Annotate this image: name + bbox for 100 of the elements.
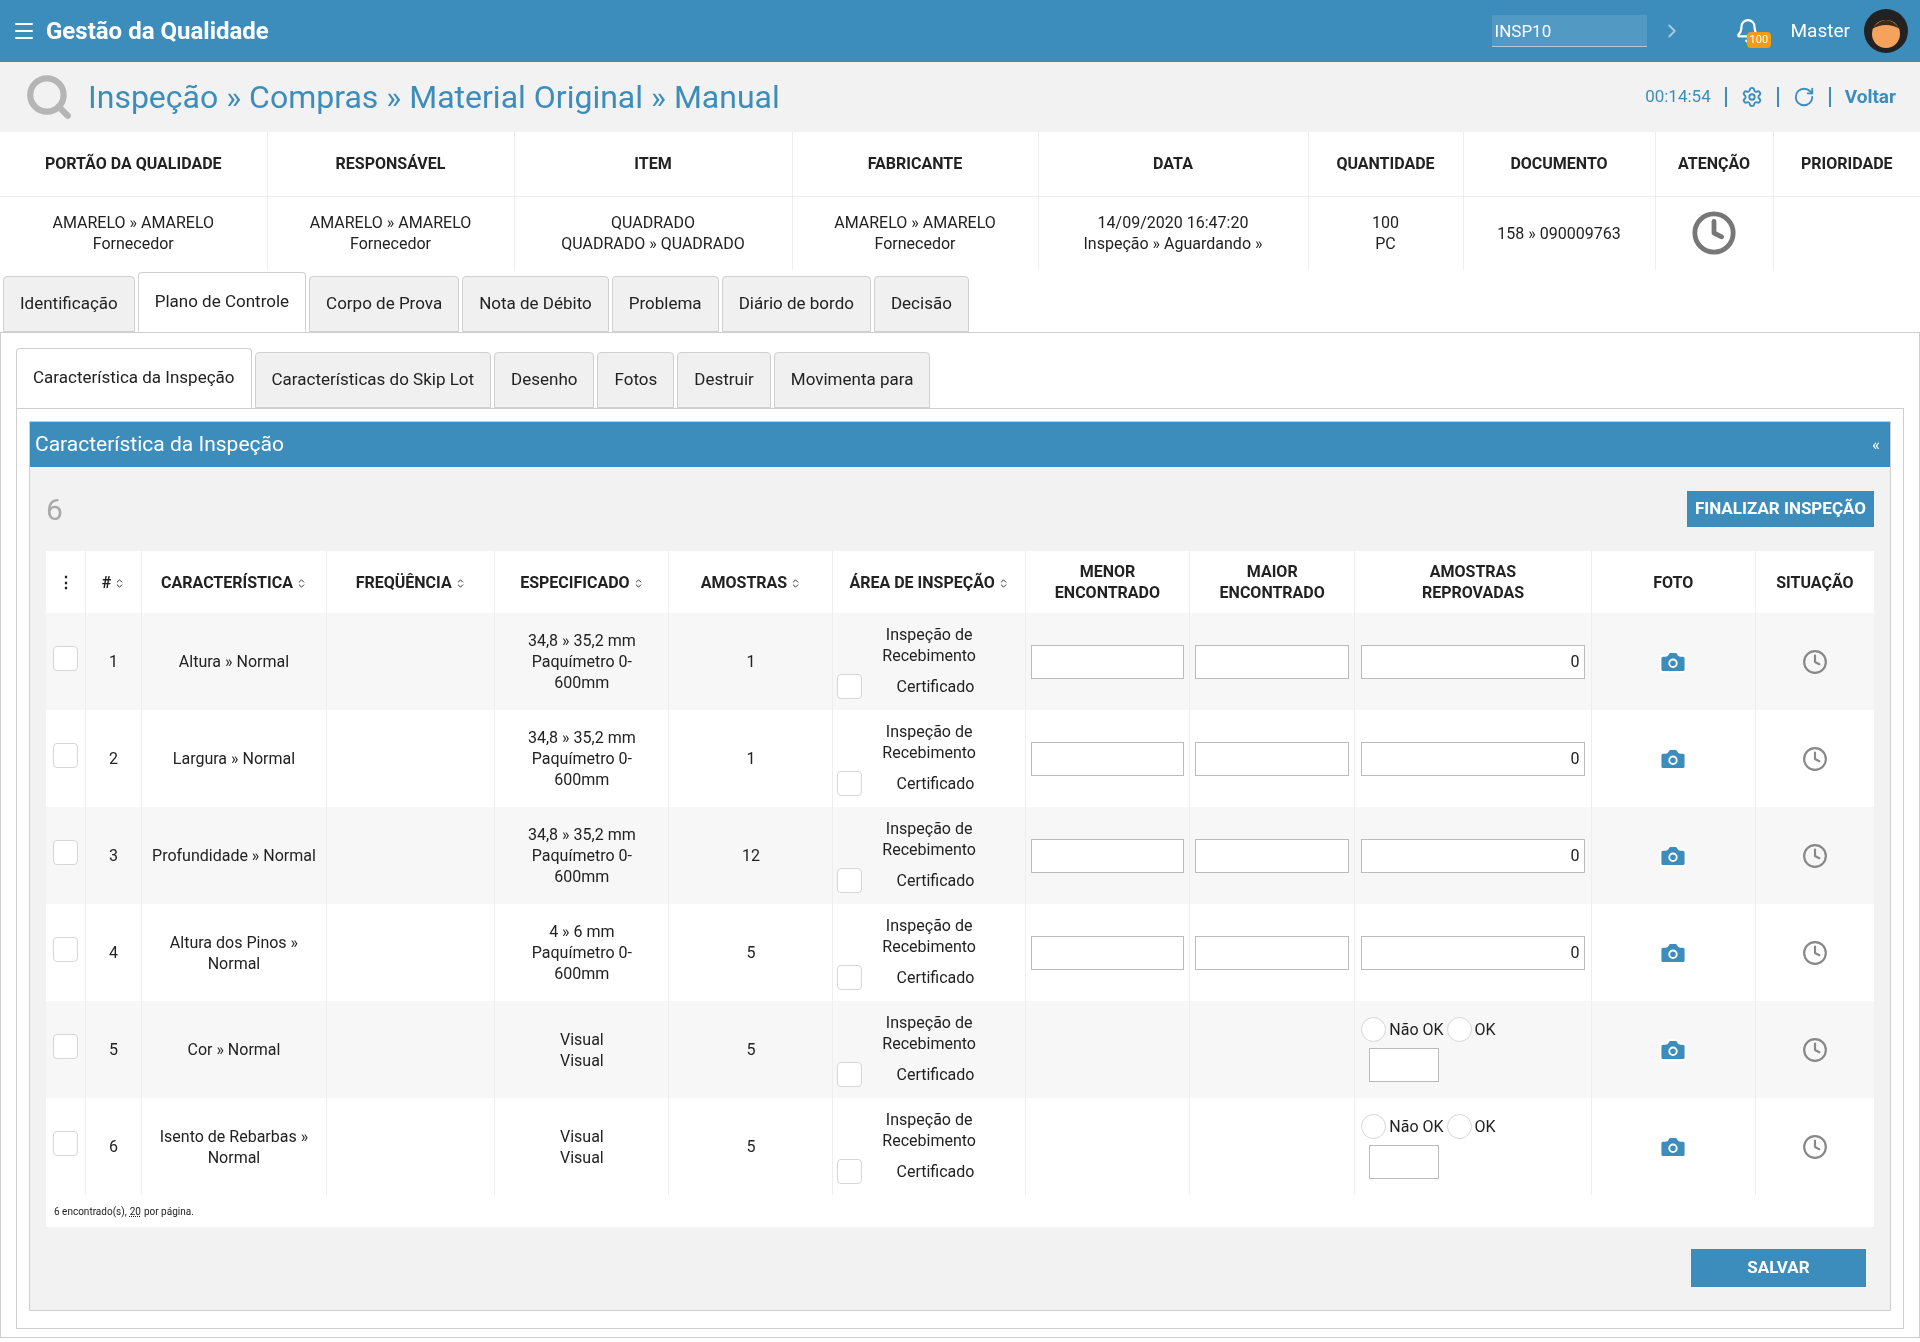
panel-title: Característica da Inspeção: [35, 430, 284, 458]
table-cell: Visual Visual: [494, 1098, 669, 1195]
certificate-label: Certificado: [896, 772, 975, 795]
input-field[interactable]: [1030, 741, 1185, 776]
table-cell: 158 » 090009763: [1463, 196, 1655, 270]
row-checkbox[interactable]: [53, 839, 79, 865]
tab[interactable]: Característica da Inspeção: [16, 348, 252, 408]
clock-icon: [1801, 648, 1828, 675]
avatar[interactable]: [1864, 9, 1908, 53]
notification-badge: 100: [1746, 32, 1772, 48]
input-field[interactable]: [1030, 935, 1185, 970]
radio-label: OK: [1474, 1115, 1496, 1138]
tab[interactable]: Problema: [611, 276, 719, 332]
radio-button[interactable]: [1361, 1017, 1387, 1042]
collapse-button[interactable]: «: [1867, 431, 1885, 458]
tab[interactable]: Decisão: [873, 276, 969, 332]
inspection-area: Inspeção de Recebimento: [837, 624, 1021, 666]
certificate-label: Certificado: [896, 1063, 975, 1086]
certificate-checkbox[interactable]: [837, 965, 863, 990]
table-cell: Isento de Rebarbas » Normal: [141, 1098, 327, 1195]
clock-icon: [1801, 1133, 1828, 1160]
certificate-label: Certificado: [896, 966, 975, 989]
certificate-label: Certificado: [896, 1160, 975, 1183]
row-checkbox[interactable]: [53, 1033, 79, 1059]
input-field[interactable]: [1369, 1048, 1440, 1082]
input-field[interactable]: 0: [1361, 644, 1585, 679]
user-name[interactable]: Master: [1790, 16, 1850, 46]
input-field[interactable]: [1030, 838, 1185, 873]
column-header: QUANTIDADE: [1308, 132, 1463, 196]
table-cell: 5: [669, 1098, 833, 1195]
inspection-area: Inspeção de Recebimento: [837, 915, 1021, 957]
input-field[interactable]: [1195, 644, 1350, 679]
certificate-checkbox[interactable]: [837, 1159, 863, 1184]
certificate-label: Certificado: [896, 869, 975, 892]
input-field[interactable]: [1030, 644, 1185, 679]
clock-icon: [1801, 1036, 1828, 1063]
column-header: ATENÇÃO: [1655, 132, 1773, 196]
page-size-link[interactable]: 20: [129, 1203, 141, 1219]
table-cell: AMARELO » AMARELO Fornecedor: [267, 196, 514, 270]
column-header: DATA: [1038, 132, 1308, 196]
search-icon: [24, 72, 74, 122]
clock-icon: [1691, 210, 1737, 257]
radio-label: OK: [1474, 1018, 1496, 1041]
tab[interactable]: Desenho: [494, 352, 595, 408]
input-field[interactable]: [1195, 935, 1350, 970]
inspection-area: Inspeção de Recebimento: [837, 1109, 1021, 1151]
certificate-checkbox[interactable]: [837, 771, 863, 796]
tab[interactable]: Movimenta para: [773, 352, 931, 408]
certificate-checkbox[interactable]: [837, 674, 863, 699]
input-field[interactable]: 0: [1361, 935, 1585, 970]
clock-icon: [1801, 842, 1828, 869]
input-field[interactable]: [1369, 1145, 1440, 1179]
table-cell: AMARELO » AMARELO Fornecedor: [792, 196, 1038, 270]
radio-label: Não OK: [1389, 1115, 1444, 1138]
row-checkbox[interactable]: [53, 742, 79, 768]
save-button[interactable]: SALVAR: [1691, 1249, 1866, 1287]
refresh-icon[interactable]: [1792, 86, 1815, 108]
column-header: ITEM: [514, 132, 792, 196]
tab[interactable]: Fotos: [597, 352, 675, 408]
tab[interactable]: Identificação: [3, 276, 135, 332]
input-field[interactable]: [1195, 838, 1350, 873]
column-header: RESPONSÁVEL: [267, 132, 514, 196]
radio-button[interactable]: [1361, 1114, 1387, 1139]
column-header: PORTÃO DA QUALIDADE: [0, 132, 267, 196]
column-header: FABRICANTE: [792, 132, 1038, 196]
table-cell: AMARELO » AMARELO Fornecedor: [0, 196, 267, 270]
breadcrumb: Inspeção » Compras » Material Original » Manual: [88, 77, 780, 118]
certificate-checkbox[interactable]: [837, 1062, 863, 1087]
column-header: ⋮: [46, 551, 86, 613]
radio-button[interactable]: [1446, 1114, 1472, 1139]
column-header: DOCUMENTO: [1463, 132, 1655, 196]
clock-icon: [1801, 939, 1828, 966]
settings-icon[interactable]: [1740, 86, 1763, 108]
input-field[interactable]: [1195, 741, 1350, 776]
table-cell: 14/09/2020 16:47:20 Inspeção » Aguardando »: [1038, 196, 1308, 270]
table-cell: 6: [85, 1098, 142, 1195]
timer: 00:14:54: [1645, 85, 1711, 109]
per-page-label: por página.: [143, 1204, 194, 1219]
results-summary: 6 encontrado(s),: [54, 1204, 127, 1219]
finalize-button[interactable]: FINALIZAR INSPEÇÃO: [1686, 491, 1874, 527]
tab[interactable]: Diário de bordo: [721, 276, 871, 332]
tab[interactable]: Características do Skip Lot: [254, 352, 492, 408]
row-checkbox[interactable]: [53, 936, 79, 962]
inspection-area: Inspeção de Recebimento: [837, 818, 1021, 860]
tab[interactable]: Plano de Controle: [137, 272, 307, 332]
certificate-checkbox[interactable]: [837, 868, 863, 893]
inspection-area: Inspeção de Recebimento: [837, 1012, 1021, 1054]
tab[interactable]: Corpo de Prova: [309, 276, 460, 332]
row-checkbox[interactable]: [53, 1130, 79, 1156]
radio-button[interactable]: [1446, 1017, 1472, 1042]
inspection-area: Inspeção de Recebimento: [837, 721, 1021, 763]
input-field[interactable]: 0: [1361, 838, 1585, 873]
radio-label: Não OK: [1389, 1018, 1444, 1041]
table-cell: QUADRADO QUADRADO » QUADRADO: [514, 196, 792, 270]
input-field[interactable]: 0: [1361, 741, 1585, 776]
table-cell: 100 PC: [1308, 196, 1463, 270]
clock-icon: [1801, 745, 1828, 772]
tab[interactable]: Nota de Débito: [462, 276, 609, 332]
row-checkbox[interactable]: [53, 645, 79, 671]
tab[interactable]: Destruir: [677, 352, 771, 408]
